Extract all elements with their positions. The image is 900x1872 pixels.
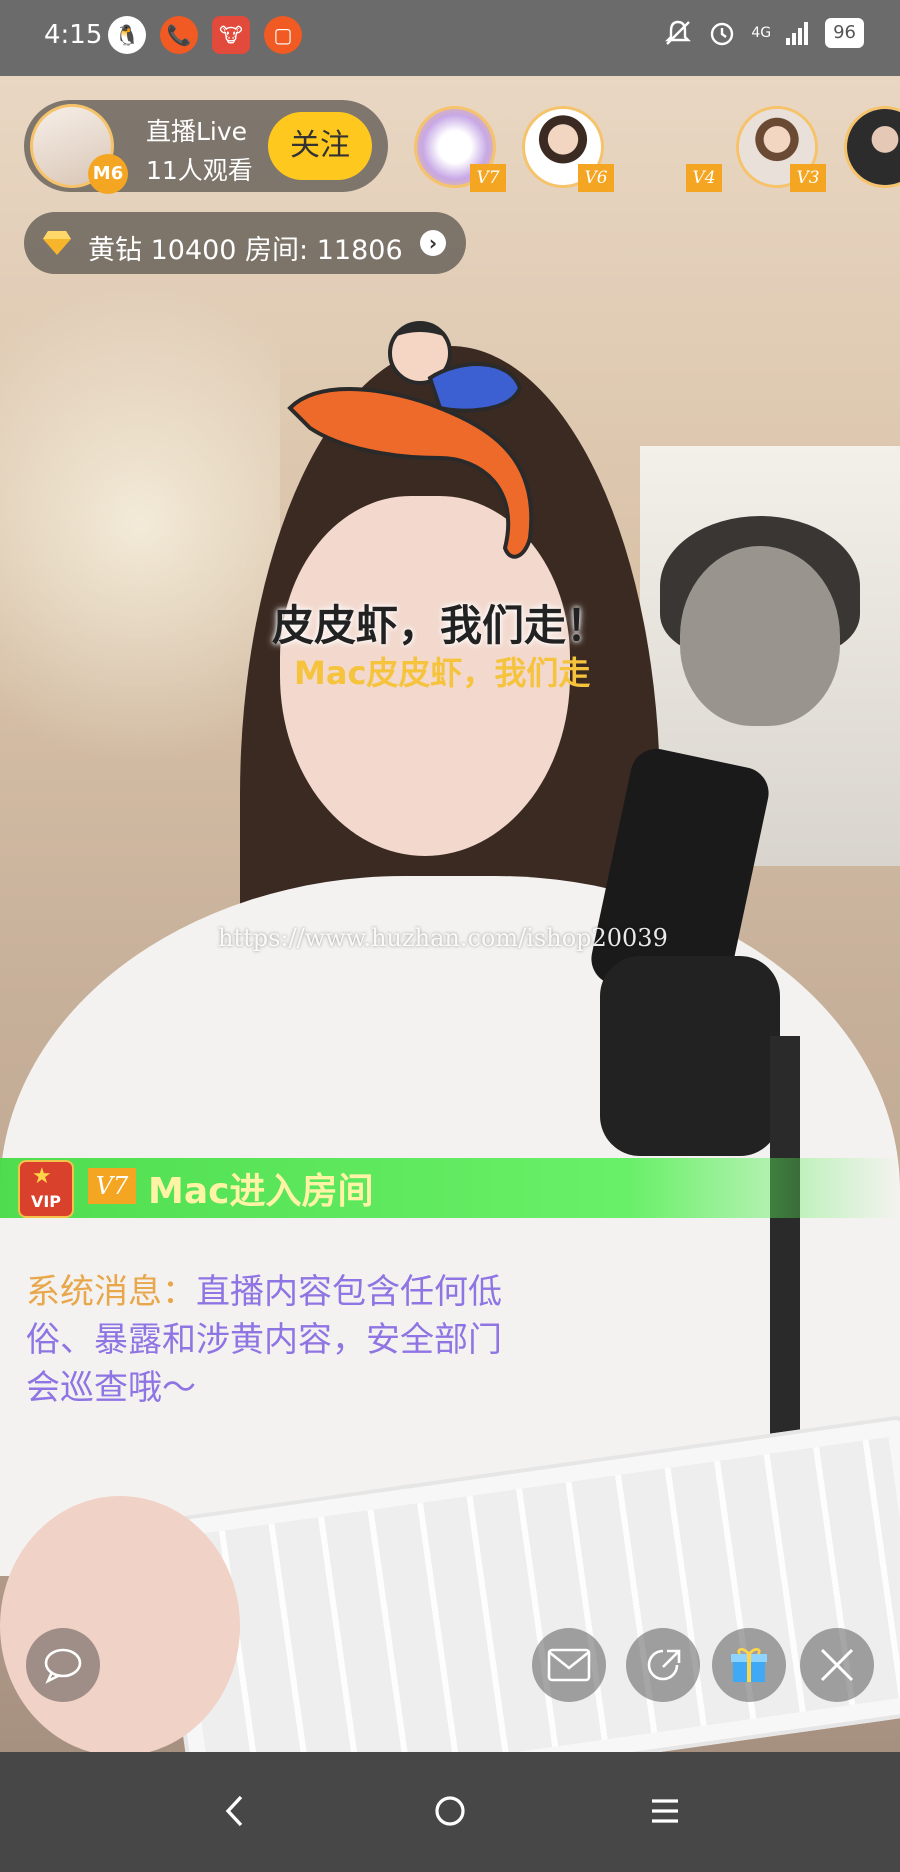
- microphone-shock-mount: [600, 956, 780, 1156]
- host-level-badge: M6: [88, 154, 128, 194]
- close-icon: [820, 1648, 854, 1682]
- share-icon: [647, 1649, 681, 1681]
- host-title: 直播Live: [146, 117, 248, 146]
- mail-icon: [547, 1648, 591, 1682]
- status-time: 4:15: [44, 20, 103, 50]
- chat-bubble-icon: [44, 1648, 82, 1684]
- status-bar: 4:15 🐧 📞 🐮 ▢ 4G 96: [0, 0, 900, 76]
- viewer-level-badge: V6: [578, 164, 614, 192]
- share-button[interactable]: [626, 1628, 700, 1702]
- microphone-pole: [770, 1036, 800, 1456]
- poster-face: [680, 546, 840, 726]
- gift-button[interactable]: [712, 1628, 786, 1702]
- home-button[interactable]: [425, 1786, 475, 1836]
- viewer-level-badge: V4: [686, 164, 722, 192]
- menu-icon: [652, 1799, 678, 1823]
- viewer-level-badge: V7: [470, 164, 506, 192]
- sticker-title: 皮皮虾，我们走！: [272, 601, 609, 650]
- cow-app-icon: 🐮: [212, 16, 250, 54]
- chat-button[interactable]: [26, 1628, 100, 1702]
- system-nav-bar: [0, 1752, 900, 1872]
- screen-share-icon: ▢: [264, 16, 302, 54]
- close-button[interactable]: [800, 1628, 874, 1702]
- alarm-icon: [711, 22, 734, 46]
- chevron-right-icon[interactable]: ›: [420, 230, 446, 256]
- background-lights: [0, 276, 280, 896]
- back-icon: [225, 1795, 243, 1827]
- watermark-url: https://www.huzhan.com/ishop20039: [218, 924, 668, 952]
- viewer-level-badge: V3: [790, 164, 826, 192]
- back-button[interactable]: [210, 1786, 260, 1836]
- sticker-subtitle: Mac皮皮虾，我们走: [294, 654, 591, 692]
- shrimp-sticker: [287, 321, 534, 559]
- enter-level-badge: V7: [88, 1168, 136, 1204]
- follow-button[interactable]: 关注: [268, 112, 372, 180]
- signal-icon: [786, 22, 809, 45]
- diamond-icon: [43, 231, 71, 255]
- battery-icon: 96: [825, 18, 864, 48]
- system-message-label: 系统消息：: [26, 1272, 196, 1312]
- phone-call-icon: 📞: [160, 16, 198, 54]
- qq-icon: 🐧: [108, 16, 146, 54]
- room-info-text: 黄钻 10400 房间: 11806: [88, 235, 403, 266]
- message-button[interactable]: [532, 1628, 606, 1702]
- user-enter-text: Mac进入房间: [148, 1171, 374, 1212]
- network-type: 4G: [751, 25, 772, 41]
- menu-button[interactable]: [640, 1786, 690, 1836]
- streamer-hand: [0, 1496, 240, 1752]
- system-message: 系统消息：直播内容包含任何低俗、暴露和涉黄内容，安全部门会巡查哦～: [26, 1268, 526, 1412]
- mute-bell-icon: [665, 20, 692, 45]
- home-icon: [435, 1796, 465, 1826]
- host-viewer-count: 11人观看: [146, 156, 253, 185]
- gift-icon: [731, 1648, 767, 1682]
- star-icon: ★: [32, 1164, 52, 1189]
